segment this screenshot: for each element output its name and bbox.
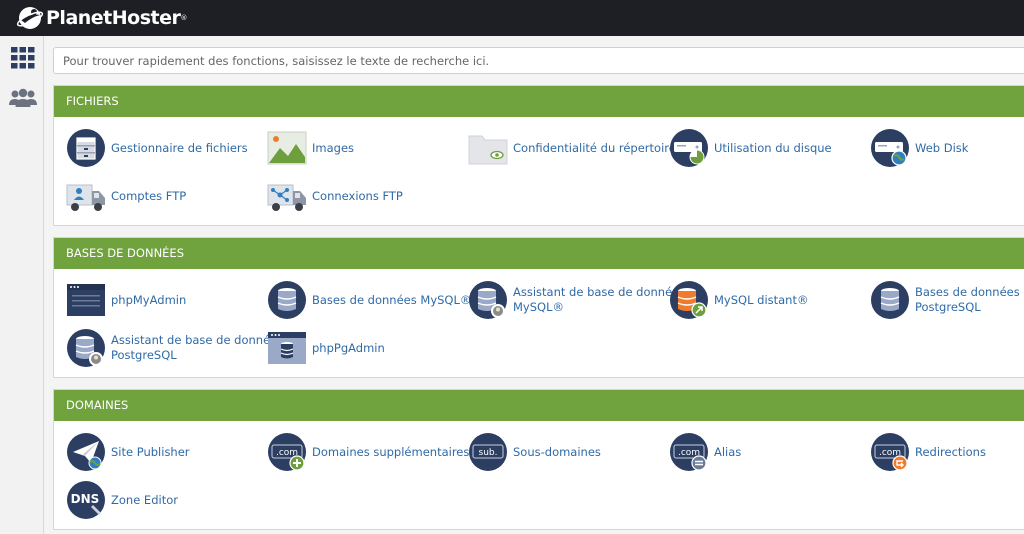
databases-panel: BASES DE DONNÉES phpMyAdmin Bases de don… bbox=[53, 237, 1024, 378]
grid-menu-icon[interactable] bbox=[10, 46, 36, 70]
redirects-link[interactable]: .com Redirections bbox=[870, 432, 986, 472]
files-panel-header[interactable]: FICHIERS bbox=[54, 86, 1024, 117]
site-publisher-label: Site Publisher bbox=[111, 444, 190, 459]
site-publisher-link[interactable]: Site Publisher bbox=[66, 432, 190, 472]
redirects-icon: .com bbox=[871, 433, 909, 471]
ftp-accounts-icon bbox=[66, 184, 105, 211]
mysql-wizard-icon bbox=[469, 281, 507, 319]
addon-domains-icon: .com bbox=[268, 433, 306, 471]
aliases-icon: .com bbox=[670, 433, 708, 471]
search-input[interactable] bbox=[53, 47, 1024, 74]
mysql-wizard-label-line1: Assistant de base de données bbox=[513, 285, 686, 299]
mysql-wizard-label-line2: MySQL® bbox=[513, 300, 564, 314]
main-content: FICHIERS Gestionnaire de fichiers Images bbox=[44, 36, 1024, 534]
phppgadmin-label: phpPgAdmin bbox=[312, 340, 385, 355]
web-disk-icon bbox=[871, 129, 909, 167]
phpmyadmin-label: phpMyAdmin bbox=[111, 292, 187, 307]
mysql-databases-icon bbox=[268, 281, 306, 319]
disk-usage-icon bbox=[670, 129, 708, 167]
remote-mysql-icon bbox=[670, 281, 708, 319]
planet-logo-icon bbox=[16, 7, 44, 29]
file-manager-icon bbox=[67, 129, 105, 167]
images-link[interactable]: Images bbox=[267, 128, 354, 168]
mysql-wizard-link[interactable]: Assistant de base de données MySQL® bbox=[468, 280, 685, 320]
postgresql-wizard-label: Assistant de base de données PostgreSQL bbox=[111, 333, 283, 363]
postgresql-wizard-label-line1: Assistant de base de données bbox=[111, 333, 284, 347]
phppgadmin-link[interactable]: phpPgAdmin bbox=[267, 328, 385, 368]
disk-usage-link[interactable]: Utilisation du disque bbox=[669, 128, 832, 168]
phpmyadmin-link[interactable]: phpMyAdmin bbox=[66, 280, 186, 320]
aliases-link[interactable]: .com Alias bbox=[669, 432, 741, 472]
domains-panel: DOMAINES Site Publisher .com Domaines su… bbox=[53, 389, 1024, 530]
postgresql-databases-label-line1: Bases de données bbox=[915, 285, 1020, 299]
side-nav bbox=[0, 36, 44, 534]
disk-usage-label: Utilisation du disque bbox=[714, 140, 832, 155]
file-manager-label: Gestionnaire de fichiers bbox=[111, 140, 248, 155]
file-manager-link[interactable]: Gestionnaire de fichiers bbox=[66, 128, 248, 168]
ftp-accounts-link[interactable]: Comptes FTP bbox=[66, 176, 186, 216]
site-publisher-icon bbox=[67, 433, 105, 471]
mysql-wizard-label: Assistant de base de données MySQL® bbox=[513, 285, 685, 315]
subdomains-link[interactable]: sub. Sous-domaines bbox=[468, 432, 601, 472]
folder-privacy-icon bbox=[468, 135, 508, 165]
directory-privacy-link[interactable]: Confidentialité du répertoire bbox=[468, 128, 676, 168]
phppgadmin-icon bbox=[268, 332, 306, 364]
remote-mysql-label: MySQL distant® bbox=[714, 292, 809, 307]
directory-privacy-label: Confidentialité du répertoire bbox=[513, 140, 676, 155]
brand-logo[interactable]: PlanetHoster ® bbox=[16, 3, 187, 33]
postgresql-databases-label-line2: PostgreSQL bbox=[915, 300, 981, 314]
zone-editor-link[interactable]: DNS Zone Editor bbox=[66, 480, 178, 520]
ftp-connections-link[interactable]: Connexions FTP bbox=[267, 176, 403, 216]
remote-mysql-link[interactable]: MySQL distant® bbox=[669, 280, 808, 320]
images-icon bbox=[267, 131, 307, 165]
subdomains-label: Sous-domaines bbox=[513, 444, 601, 459]
aliases-label: Alias bbox=[714, 444, 742, 459]
redirects-label: Redirections bbox=[915, 444, 986, 459]
ftp-connections-label: Connexions FTP bbox=[312, 188, 403, 203]
postgresql-databases-icon bbox=[871, 281, 909, 319]
phpmyadmin-icon bbox=[67, 284, 105, 316]
subdomains-icon: sub. bbox=[469, 433, 507, 471]
mysql-databases-label: Bases de données MySQL® bbox=[312, 292, 472, 307]
ftp-connections-icon bbox=[267, 184, 306, 211]
ftp-accounts-label: Comptes FTP bbox=[111, 188, 187, 203]
brand-registered-mark: ® bbox=[180, 14, 188, 22]
zone-editor-icon-tag: DNS bbox=[71, 492, 100, 506]
files-panel: FICHIERS Gestionnaire de fichiers Images bbox=[53, 85, 1024, 226]
postgresql-databases-link[interactable]: Bases de données PostgreSQL bbox=[870, 280, 1020, 320]
mysql-databases-link[interactable]: Bases de données MySQL® bbox=[267, 280, 471, 320]
databases-panel-header[interactable]: BASES DE DONNÉES bbox=[54, 238, 1024, 269]
images-label: Images bbox=[312, 140, 355, 155]
addon-domains-link[interactable]: .com Domaines supplémentaires bbox=[267, 432, 469, 472]
subdomains-icon-tag: sub. bbox=[479, 448, 498, 458]
web-disk-label: Web Disk bbox=[915, 140, 969, 155]
zone-editor-label: Zone Editor bbox=[111, 492, 178, 507]
domains-panel-header[interactable]: DOMAINES bbox=[54, 390, 1024, 421]
brand-name: PlanetHoster bbox=[46, 7, 181, 29]
postgresql-wizard-label-line2: PostgreSQL bbox=[111, 348, 177, 362]
users-group-icon[interactable] bbox=[8, 86, 38, 110]
postgresql-wizard-icon bbox=[67, 329, 105, 367]
web-disk-link[interactable]: Web Disk bbox=[870, 128, 968, 168]
top-bar: PlanetHoster ® bbox=[0, 0, 1024, 36]
zone-editor-icon: DNS bbox=[67, 481, 105, 519]
addon-domains-label: Domaines supplémentaires bbox=[312, 444, 470, 459]
postgresql-wizard-link[interactable]: Assistant de base de données PostgreSQL bbox=[66, 328, 283, 368]
postgresql-databases-label: Bases de données PostgreSQL bbox=[915, 285, 1020, 315]
